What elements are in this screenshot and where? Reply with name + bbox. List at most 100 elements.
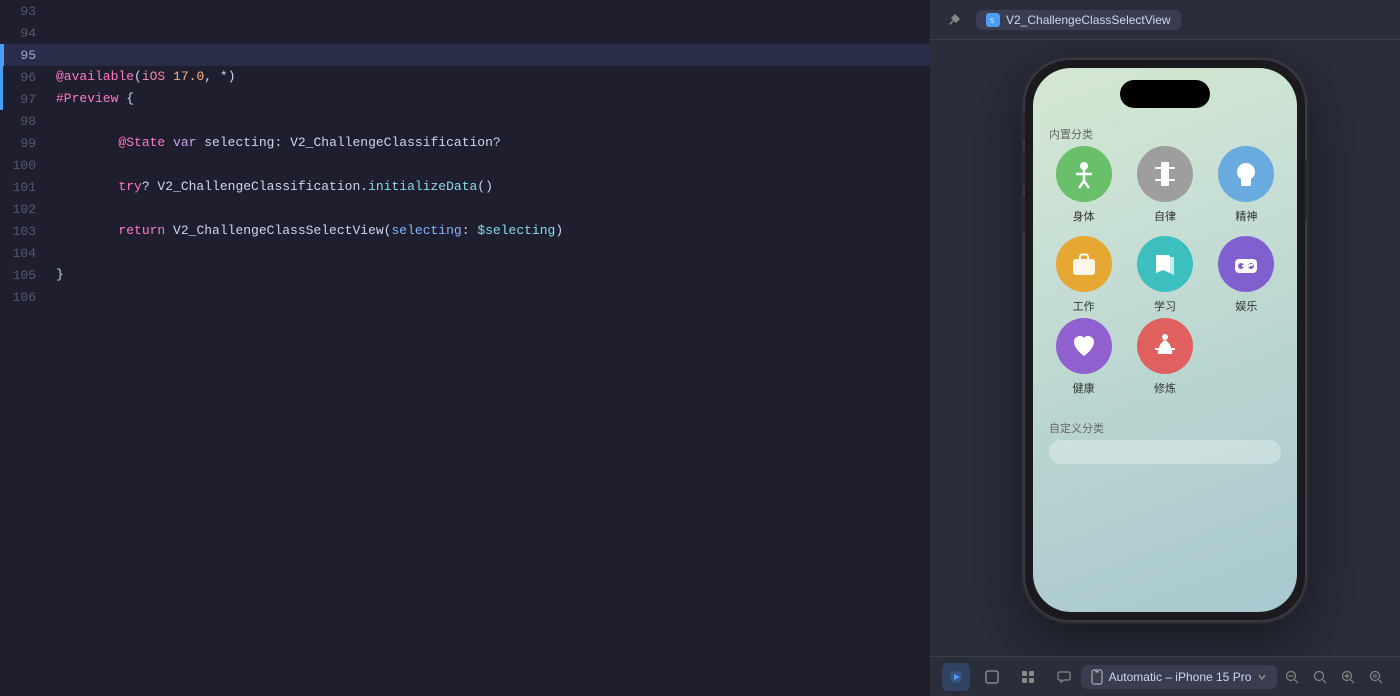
svg-text:S: S: [990, 17, 994, 25]
category-label-health: 健康: [1073, 380, 1095, 396]
category-icon-work: [1056, 236, 1112, 292]
body-icon: [1069, 159, 1099, 189]
category-label-entertainment: 娱乐: [1235, 298, 1257, 314]
category-item-practice[interactable]: 修炼: [1130, 318, 1199, 396]
code-content: @State var selecting: V2_ChallengeClassi…: [52, 132, 501, 154]
code-line: 96 @available(iOS 17.0, *): [0, 66, 930, 88]
chevron-down-icon: [1257, 672, 1267, 682]
active-line-indicator: [0, 88, 3, 110]
category-item-body[interactable]: 身体: [1049, 146, 1118, 224]
iphone-volume-up-button: [1022, 150, 1025, 186]
keyword-return: return: [118, 223, 165, 238]
category-item-entertainment[interactable]: 娱乐: [1212, 236, 1281, 314]
category-item-work[interactable]: 工作: [1049, 236, 1118, 314]
zoom-actual-icon: [1369, 670, 1383, 684]
line-number: 94: [0, 26, 52, 41]
code-line: 98: [0, 110, 930, 132]
zoom-full-button[interactable]: [1364, 665, 1388, 689]
line-number: 105: [0, 268, 52, 283]
category-icon-health: [1056, 318, 1112, 374]
health-icon: [1069, 331, 1099, 361]
category-icon-self: [1137, 146, 1193, 202]
line-number: 103: [0, 224, 52, 239]
zoom-fit-icon: [1313, 670, 1327, 684]
category-label-mind: 精神: [1235, 208, 1257, 224]
practice-icon: [1150, 331, 1180, 361]
param-label: selecting: [391, 223, 461, 238]
code-line: 106: [0, 286, 930, 308]
preview-title-text: V2_ChallengeClassSelectView: [1006, 13, 1171, 27]
preview-toolbar: S V2_ChallengeClassSelectView: [930, 0, 1400, 40]
category-item-study[interactable]: 学习: [1130, 236, 1199, 314]
iphone-volume-down-button: [1022, 196, 1025, 232]
line-number: 99: [0, 136, 52, 151]
category-item-self[interactable]: 自律: [1130, 146, 1199, 224]
keyword-var: var: [173, 135, 196, 150]
code-line: 100: [0, 154, 930, 176]
keyword-state: @State: [118, 135, 165, 150]
keyword-ios: iOS: [142, 69, 165, 84]
active-line-indicator: [0, 44, 4, 66]
iphone-mute-button: [1022, 114, 1025, 140]
code-line: 93: [0, 0, 930, 22]
code-line-active: 95: [0, 44, 930, 66]
device-label: Automatic – iPhone 15 Pro: [1109, 670, 1252, 684]
preview-bottom-bar: Automatic – iPhone 15 Pro: [930, 656, 1400, 696]
chat-button[interactable]: [1050, 663, 1078, 691]
zoom-in-button[interactable]: [1336, 665, 1360, 689]
code-line: 99 @State var selecting: V2_ChallengeCla…: [0, 132, 930, 154]
category-item-mind[interactable]: 精神: [1212, 146, 1281, 224]
zoom-out-button[interactable]: [1280, 665, 1304, 689]
category-label-work: 工作: [1073, 298, 1095, 314]
work-icon: [1069, 249, 1099, 279]
iphone-screen: 内置分类: [1033, 68, 1297, 612]
pin-button[interactable]: [940, 6, 968, 34]
custom-section-title: 自定义分类: [1049, 420, 1281, 436]
line-number: 96: [0, 70, 52, 85]
category-item-empty: [1212, 318, 1281, 396]
mind-icon: [1231, 159, 1261, 189]
keyword-try: try: [118, 179, 141, 194]
self-icon: [1150, 159, 1180, 189]
zoom-in-icon: [1341, 670, 1355, 684]
frame-icon: [985, 670, 999, 684]
category-label-body: 身体: [1073, 208, 1095, 224]
method-name: initializeData: [368, 179, 477, 194]
code-line: 101 try? V2_ChallengeClassification.init…: [0, 176, 930, 198]
category-label-practice: 修炼: [1154, 380, 1176, 396]
study-icon: [1150, 249, 1180, 279]
keyword-preview: #Preview: [56, 91, 118, 106]
device-selector[interactable]: Automatic – iPhone 15 Pro: [1081, 665, 1278, 689]
chat-icon: [1057, 670, 1071, 684]
builtin-section-title: 内置分类: [1049, 126, 1281, 142]
play-button[interactable]: [942, 663, 970, 691]
category-grid: 身体: [1049, 146, 1281, 314]
builtin-section: 内置分类: [1049, 126, 1281, 400]
code-content: #Preview {: [52, 88, 134, 110]
category-label-study: 学习: [1154, 298, 1176, 314]
iphone-power-button: [1305, 160, 1308, 220]
view-icon: S: [986, 13, 1000, 27]
line-number: 102: [0, 202, 52, 217]
code-line: 97 #Preview {: [0, 88, 930, 110]
category-icon-entertainment: [1218, 236, 1274, 292]
frame-button[interactable]: [978, 663, 1006, 691]
custom-section: 自定义分类: [1049, 420, 1281, 464]
line-number: 101: [0, 180, 52, 195]
code-content: }: [52, 264, 64, 286]
swift-icon: S: [988, 15, 998, 25]
preview-content: 内置分类: [930, 40, 1400, 656]
keyword-available: @available: [56, 69, 134, 84]
grid-button[interactable]: [1014, 663, 1042, 691]
line-number: 93: [0, 4, 52, 19]
zoom-reset-button[interactable]: [1308, 665, 1332, 689]
phone-icon: [1091, 669, 1103, 685]
category-item-health[interactable]: 健康: [1049, 318, 1118, 396]
custom-section-content: [1049, 440, 1281, 464]
code-content: return V2_ChallengeClassSelectView(selec…: [52, 220, 563, 242]
bottom-left-icons: [942, 663, 1078, 691]
code-line: 104: [0, 242, 930, 264]
grid-icon: [1021, 670, 1035, 684]
code-line: 102: [0, 198, 930, 220]
iphone-frame: 内置分类: [1025, 60, 1305, 620]
